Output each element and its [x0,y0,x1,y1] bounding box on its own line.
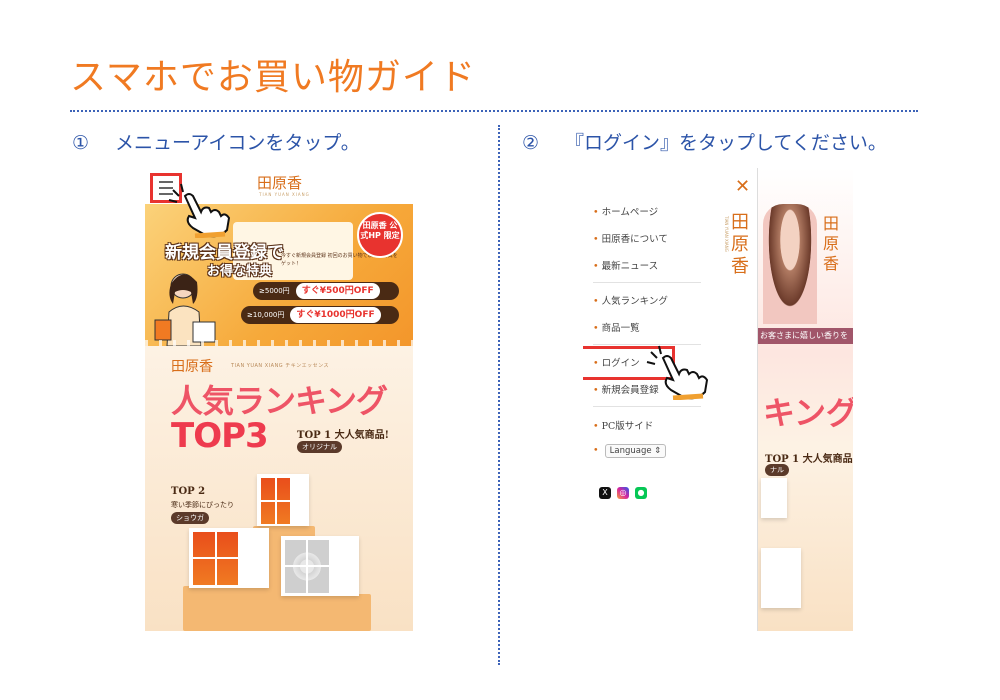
product-box-top2 [189,528,269,588]
pedestal [275,594,371,631]
menu-item-home[interactable]: ホームページ [593,204,659,218]
top1-label: TOP 1 大人気商品! [297,430,389,441]
ranking-brand: 田原香 [171,359,213,375]
product-box-top3 [281,536,359,596]
phone-screenshot-1: 田原香 TIAN YUAN XIANG 新規会員登録で お得な特典 今すぐ新規会… [145,168,413,631]
menu-item-about[interactable]: 田原香について [593,231,668,245]
menu-logo[interactable]: 田原香 [731,212,751,278]
menu-item-news[interactable]: 最新ニュース [593,258,659,272]
ranking-brand-sub: TIAN YUAN XIANG チキンエッセンス [231,363,330,369]
page-title: スマホでお買い物ガイド [70,57,476,98]
background-ranking: キング [763,394,853,432]
tap-hand-icon [168,183,231,238]
tap-hand-icon [646,345,709,400]
menu-item-ranking[interactable]: 人気ランキング [593,293,668,307]
pedestal [183,586,279,631]
background-strip: お客さまに嬉しい香りを [758,328,853,344]
brand-logo[interactable]: 田原香 [257,172,302,193]
menu-divider [593,282,701,283]
official-badge: 田原香 公式HP 限定 [357,212,403,258]
promo-500-reward: すぐ¥500円OFF [295,283,380,299]
girl-illustration [154,273,216,346]
title-divider [70,110,918,112]
background-product [761,548,801,608]
step-1-heading: ① メニューアイコンをタップ。 [72,128,360,155]
language-row: Language ⇕ [593,444,667,458]
step-1-text: メニューアイコンをタップ。 [115,132,360,154]
top2-tag: ショウガ [171,512,209,524]
top1-tag: オリジナル [297,441,342,453]
top2-label: TOP 2 [171,486,206,497]
promo-1000-condition: ≥10,000円 [247,311,285,319]
line-icon[interactable]: ● [635,487,647,499]
promo-1000-reward: すぐ¥1000円OFF [290,307,381,323]
column-divider [498,125,500,665]
menu-divider [593,406,701,407]
language-select[interactable]: Language ⇕ [604,444,667,458]
menu-logo-sub: TIAN YUAN XIANG [724,216,729,252]
background-product [761,478,787,518]
ranking-section[interactable]: 田原香 TIAN YUAN XIANG チキンエッセンス 人気ランキング TOP… [145,346,413,631]
menu-item-pc-site[interactable]: PC版サイド [593,418,654,432]
brand-logo-sub: TIAN YUAN XIANG [259,192,310,197]
social-links: X ◎ ● [599,480,653,499]
top2-sub: 寒い季節にぴったり [171,501,234,509]
background-logo: 田原香 [823,214,840,273]
menu-item-products[interactable]: 商品一覧 [593,320,640,334]
instagram-icon[interactable]: ◎ [617,487,629,499]
ranking-top3: TOP3 [171,416,269,456]
background-top1: TOP 1 大人気商品! [765,454,853,465]
step-2-text: 『ログイン』をタップしてください。 [565,132,887,154]
step-1-number: ① [72,132,90,154]
product-box-top1 [257,474,309,526]
model-photo [763,204,817,324]
step-2-heading: ② 『ログイン』をタップしてください。 [522,128,887,155]
step-2-number: ② [522,132,540,154]
close-icon[interactable]: ✕ [735,176,750,197]
x-icon[interactable]: X [599,487,611,499]
promo-500: ≥5000円 すぐ¥500円OFF [253,282,399,300]
phone-screenshot-2: 田原香 お客さまに嬉しい香りを キング TOP 1 大人気商品! ナル ✕ 田原… [583,168,853,631]
promo-1000: ≥10,000円 すぐ¥1000円OFF [241,306,399,324]
promo-500-condition: ≥5000円 [259,287,290,295]
background-tag: ナル [765,464,789,476]
